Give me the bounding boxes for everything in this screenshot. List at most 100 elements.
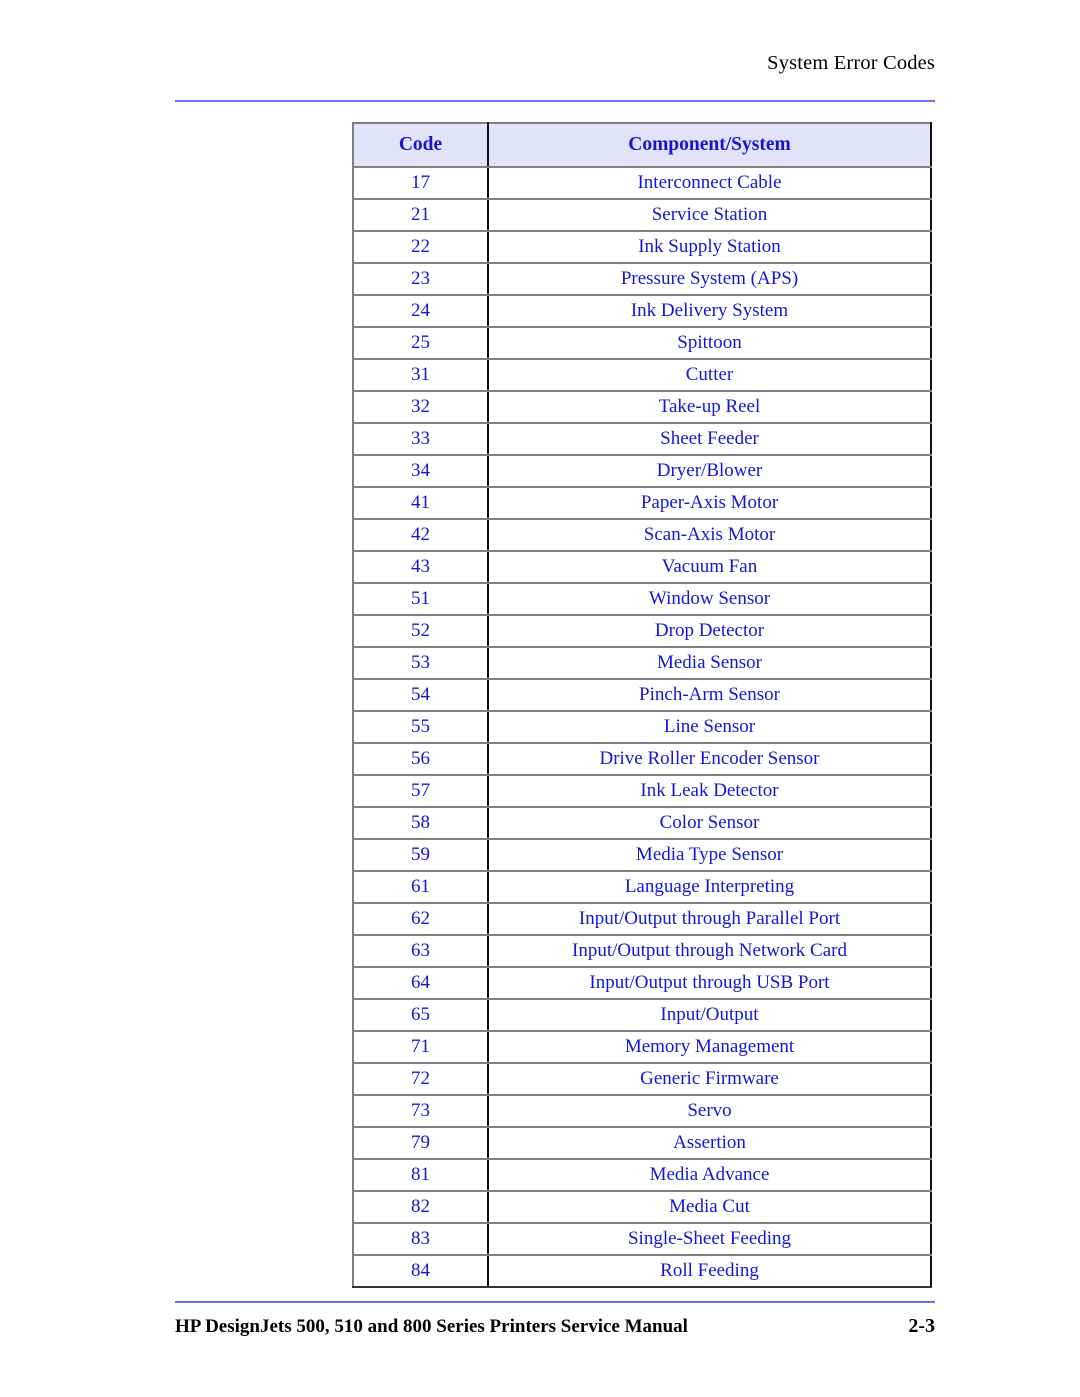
footer-manual-title: HP DesignJets 500, 510 and 800 Series Pr… xyxy=(175,1316,688,1337)
cell-code: 65 xyxy=(352,999,489,1032)
table-row: 42 Scan-Axis Motor xyxy=(352,519,932,552)
table-row: 81 Media Advance xyxy=(352,1159,932,1192)
table-row: 62 Input/Output through Parallel Port xyxy=(352,903,932,936)
table-row: 32 Take-up Reel xyxy=(352,391,932,424)
cell-code: 33 xyxy=(352,423,489,456)
cell-code: 58 xyxy=(352,807,489,840)
table-row: 52 Drop Detector xyxy=(352,615,932,648)
cell-component-system: Scan-Axis Motor xyxy=(488,519,932,552)
cell-code: 42 xyxy=(352,519,489,552)
cell-component-system: Input/Output through Parallel Port xyxy=(488,903,932,936)
cell-code: 32 xyxy=(352,391,489,424)
cell-component-system: Media Type Sensor xyxy=(488,839,932,872)
cell-component-system: Drive Roller Encoder Sensor xyxy=(488,743,932,776)
table-row: 59 Media Type Sensor xyxy=(352,839,932,872)
table-row: 53 Media Sensor xyxy=(352,647,932,680)
cell-component-system: Input/Output through USB Port xyxy=(488,967,932,1000)
cell-component-system: Color Sensor xyxy=(488,807,932,840)
cell-code: 41 xyxy=(352,487,489,520)
cell-component-system: Generic Firmware xyxy=(488,1063,932,1096)
cell-component-system: Assertion xyxy=(488,1127,932,1160)
cell-component-system: Media Sensor xyxy=(488,647,932,680)
cell-code: 73 xyxy=(352,1095,489,1128)
cell-component-system: Input/Output through Network Card xyxy=(488,935,932,968)
table-row: 24 Ink Delivery System xyxy=(352,295,932,328)
cell-component-system: Servo xyxy=(488,1095,932,1128)
cell-code: 17 xyxy=(352,167,489,200)
cell-component-system: Language Interpreting xyxy=(488,871,932,904)
cell-code: 63 xyxy=(352,935,489,968)
footer-page-number: 2-3 xyxy=(908,1315,935,1337)
table-body: 17 Interconnect Cable 21 Service Station 22 I… xyxy=(352,167,932,1288)
cell-component-system: Interconnect Cable xyxy=(488,167,932,200)
cell-code: 83 xyxy=(352,1223,489,1256)
cell-code: 71 xyxy=(352,1031,489,1064)
cell-code: 34 xyxy=(352,455,489,488)
cell-component-system: Roll Feeding xyxy=(488,1255,932,1288)
cell-component-system: Media Advance xyxy=(488,1159,932,1192)
cell-code: 82 xyxy=(352,1191,489,1224)
cell-component-system: Memory Management xyxy=(488,1031,932,1064)
table-row: 23 Pressure System (APS) xyxy=(352,263,932,296)
cell-component-system: Service Station xyxy=(488,199,932,232)
table-row: 61 Language Interpreting xyxy=(352,871,932,904)
table-row: 25 Spittoon xyxy=(352,327,932,360)
table-header-row: Code Component/System xyxy=(352,122,932,168)
table-row: 64 Input/Output through USB Port xyxy=(352,967,932,1000)
cell-component-system: Sheet Feeder xyxy=(488,423,932,456)
cell-code: 79 xyxy=(352,1127,489,1160)
cell-component-system: Pressure System (APS) xyxy=(488,263,932,296)
cell-code: 43 xyxy=(352,551,489,584)
cell-code: 53 xyxy=(352,647,489,680)
table-row: 83 Single-Sheet Feeding xyxy=(352,1223,932,1256)
cell-component-system: Cutter xyxy=(488,359,932,392)
table-row: 43 Vacuum Fan xyxy=(352,551,932,584)
cell-component-system: Take-up Reel xyxy=(488,391,932,424)
cell-code: 61 xyxy=(352,871,489,904)
cell-component-system: Ink Leak Detector xyxy=(488,775,932,808)
table-row: 17 Interconnect Cable xyxy=(352,167,932,200)
cell-component-system: Ink Delivery System xyxy=(488,295,932,328)
cell-component-system: Ink Supply Station xyxy=(488,231,932,264)
footer-rule xyxy=(175,1301,935,1303)
table-row: 79 Assertion xyxy=(352,1127,932,1160)
cell-code: 23 xyxy=(352,263,489,296)
table-row: 72 Generic Firmware xyxy=(352,1063,932,1096)
table-row: 31 Cutter xyxy=(352,359,932,392)
cell-component-system: Single-Sheet Feeding xyxy=(488,1223,932,1256)
cell-code: 56 xyxy=(352,743,489,776)
cell-code: 64 xyxy=(352,967,489,1000)
cell-component-system: Dryer/Blower xyxy=(488,455,932,488)
column-header-component-system: Component/System xyxy=(488,122,932,168)
cell-component-system: Line Sensor xyxy=(488,711,932,744)
cell-code: 22 xyxy=(352,231,489,264)
running-footer: HP DesignJets 500, 510 and 800 Series Pr… xyxy=(175,1315,935,1338)
cell-component-system: Input/Output xyxy=(488,999,932,1032)
table-row: 58 Color Sensor xyxy=(352,807,932,840)
cell-component-system: Pinch-Arm Sensor xyxy=(488,679,932,712)
table-row: 82 Media Cut xyxy=(352,1191,932,1224)
table-row: 56 Drive Roller Encoder Sensor xyxy=(352,743,932,776)
table-row: 54 Pinch-Arm Sensor xyxy=(352,679,932,712)
cell-component-system: Vacuum Fan xyxy=(488,551,932,584)
cell-component-system: Spittoon xyxy=(488,327,932,360)
cell-code: 54 xyxy=(352,679,489,712)
cell-code: 24 xyxy=(352,295,489,328)
cell-code: 59 xyxy=(352,839,489,872)
table-header: Code Component/System xyxy=(352,122,932,168)
table-row: 51 Window Sensor xyxy=(352,583,932,616)
table-row: 63 Input/Output through Network Card xyxy=(352,935,932,968)
cell-code: 51 xyxy=(352,583,489,616)
cell-code: 72 xyxy=(352,1063,489,1096)
table-row: 21 Service Station xyxy=(352,199,932,232)
cell-code: 21 xyxy=(352,199,489,232)
column-header-code: Code xyxy=(352,122,489,168)
table-row: 33 Sheet Feeder xyxy=(352,423,932,456)
table-row: 55 Line Sensor xyxy=(352,711,932,744)
table-row: 41 Paper-Axis Motor xyxy=(352,487,932,520)
table-row: 84 Roll Feeding xyxy=(352,1255,932,1288)
cell-code: 84 xyxy=(352,1255,489,1288)
table-row: 73 Servo xyxy=(352,1095,932,1128)
cell-code: 52 xyxy=(352,615,489,648)
table-row: 22 Ink Supply Station xyxy=(352,231,932,264)
